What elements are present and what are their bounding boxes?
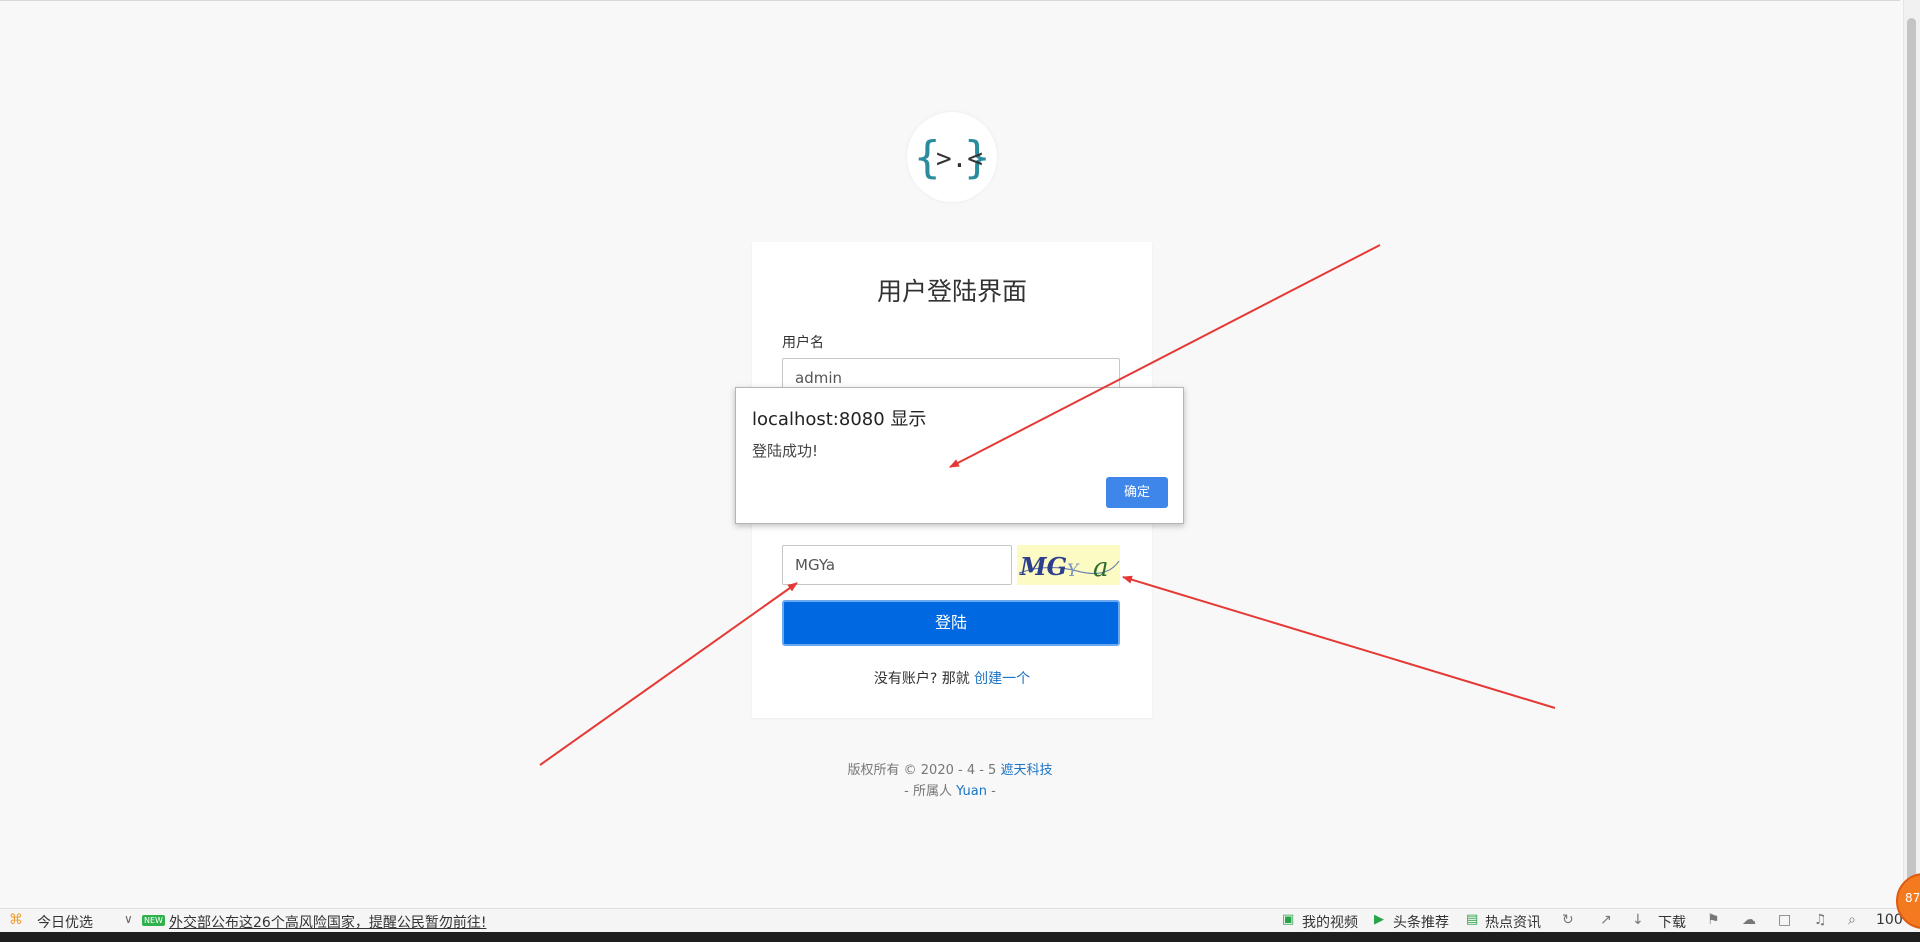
pin-icon[interactable]: ↗ <box>1600 912 1612 928</box>
scrollbar-thumb[interactable] <box>1907 18 1916 898</box>
svg-text:a: a <box>1093 553 1109 583</box>
new-badge: NEW <box>142 915 165 926</box>
hot-news-link[interactable]: 热点资讯 <box>1485 912 1541 932</box>
signup-text: 没有账户? 那就 <box>873 671 970 687</box>
taskbar <box>0 932 1920 942</box>
page-footer: 版权所有 © 2020 - 4 - 5 遮天科技 - 所属人 Yuan - <box>0 760 1900 802</box>
play-circle-icon[interactable]: ▶ <box>1374 912 1384 927</box>
brace-face-icon: { } >.< <box>914 132 990 183</box>
owner-prefix: - 所属人 <box>904 784 952 799</box>
today-pick-link[interactable]: 今日优选 <box>37 912 93 932</box>
my-video-link[interactable]: 我的视频 <box>1302 912 1358 932</box>
dialog-ok-button[interactable]: 确定 <box>1106 477 1168 508</box>
owner-link[interactable]: Yuan <box>956 784 987 799</box>
dialog-message: 登陆成功! <box>752 442 819 460</box>
arrow-to-captcha-image <box>1122 575 1556 709</box>
svg-text:Y: Y <box>1067 561 1080 581</box>
zoom-icon[interactable]: ⌕ <box>1848 912 1856 928</box>
headline-recommend-link[interactable]: 头条推荐 <box>1393 912 1449 932</box>
captcha-graphic: MG Y a <box>1018 552 1120 583</box>
window-icon[interactable]: □ <box>1778 912 1791 928</box>
browser-status-bar: ⌘ 今日优选 ∨ NEW 外交部公布这26个高风险国家，提醒公民暂勿前往! ▣ … <box>0 908 1920 933</box>
signup-prompt: 没有账户? 那就 创建一个 <box>752 668 1152 688</box>
company-link[interactable]: 遮天科技 <box>1000 763 1052 778</box>
download-link[interactable]: 下载 <box>1658 912 1686 932</box>
news-icon[interactable]: ▤ <box>1466 912 1478 927</box>
signup-link[interactable]: 创建一个 <box>974 671 1030 687</box>
flag-icon[interactable]: ⚑ <box>1707 912 1720 928</box>
video-icon[interactable]: ▣ <box>1282 912 1294 927</box>
copyright-text: 版权所有 © 2020 - 4 - 5 <box>847 763 997 778</box>
speaker-icon[interactable]: ♫ <box>1814 912 1827 928</box>
username-label: 用户名 <box>782 335 824 351</box>
login-button[interactable]: 登陆 <box>782 600 1120 646</box>
browser-icon[interactable]: ☁ <box>1742 912 1756 928</box>
news-headline-link[interactable]: 外交部公布这26个高风险国家，提醒公民暂勿前往! <box>169 912 486 932</box>
captcha-image[interactable]: MG Y a <box>1017 545 1120 585</box>
dialog-title: localhost:8080 显示 <box>752 409 927 430</box>
window-top-border <box>0 0 1900 1</box>
site-logo: { } >.< <box>907 112 997 202</box>
chevron-down-icon[interactable]: ∨ <box>124 912 133 926</box>
gift-icon[interactable]: ⌘ <box>9 912 23 928</box>
page-title: 用户登陆界面 <box>876 277 1027 306</box>
refresh-icon[interactable]: ↻ <box>1562 912 1574 928</box>
owner-suffix: - <box>991 784 996 799</box>
alert-dialog: localhost:8080 显示 登陆成功! 确定 <box>735 387 1184 524</box>
vertical-scrollbar[interactable] <box>1903 0 1920 908</box>
download-arrow-icon[interactable]: ↓ <box>1632 912 1644 928</box>
svg-text:>.<: >.< <box>936 144 983 174</box>
svg-text:MG: MG <box>1019 552 1067 581</box>
captcha-input[interactable]: MGYa <box>782 545 1012 585</box>
